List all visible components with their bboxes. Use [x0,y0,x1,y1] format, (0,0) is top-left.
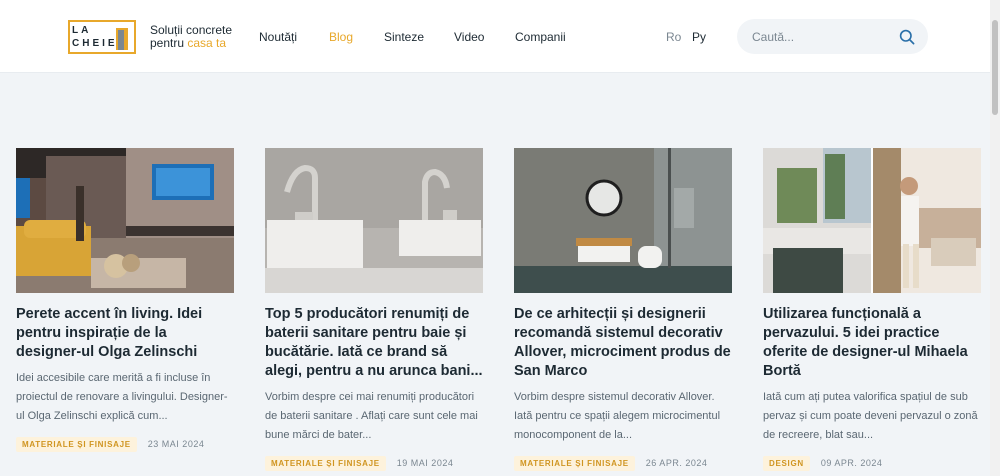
article-excerpt: Idei accesibile care merită a fi incluse… [16,372,228,422]
category-tag[interactable]: DESIGN [763,456,810,471]
article-card[interactable]: Utilizarea funcțională a pervazului. 5 i… [763,148,981,471]
article-title[interactable]: Top 5 producători renumiți de baterii sa… [265,305,483,381]
bathroom-image[interactable] [514,148,732,293]
tagline-prefix: pentru [150,36,188,50]
category-tag[interactable]: MATERIALE ȘI FINISAJE [16,437,137,452]
publish-date: 26 APR. 2024 [645,458,708,468]
site-header: LA CHEIE Soluții concrete pentru casa ta… [0,0,1000,73]
nav-link-sinteze[interactable]: Sinteze [384,30,424,44]
scrollbar-thumb[interactable] [992,20,998,115]
category-tag[interactable]: MATERIALE ȘI FINISAJE [514,456,635,471]
search-icon[interactable] [899,29,915,45]
article-meta: MATERIALE ȘI FINISAJE 23 MAI 2024 [16,434,204,452]
article-card[interactable]: Top 5 producători renumiți de baterii sa… [265,148,483,471]
nav-link-companii[interactable]: Companii [515,30,566,44]
article-card[interactable]: De ce arhitecții și designerii recomandă… [514,148,732,471]
search-input[interactable] [752,28,892,46]
article-meta: DESIGN 09 APR. 2024 [763,453,882,471]
site-logo[interactable]: LA CHEIE [68,20,136,54]
article-meta: MATERIALE ȘI FINISAJE 26 APR. 2024 [514,453,707,471]
language-ru[interactable]: Ру [692,30,706,44]
nav-link-video[interactable]: Video [454,30,484,44]
category-tag[interactable]: MATERIALE ȘI FINISAJE [265,456,386,471]
faucets-image[interactable] [265,148,483,293]
article-title[interactable]: Utilizarea funcțională a pervazului. 5 i… [763,305,981,381]
article-meta: MATERIALE ȘI FINISAJE 19 MAI 2024 [265,453,453,471]
logo-text-line2: CHEIE [72,38,118,49]
article-title[interactable]: Perete accent în living. Idei pentru ins… [16,305,234,362]
nav-link-noutati[interactable]: Noutăți [259,30,297,44]
living-room-image[interactable] [16,148,234,293]
windowsill-image[interactable] [763,148,981,293]
publish-date: 19 MAI 2024 [396,458,454,468]
publish-date: 09 APR. 2024 [820,458,883,468]
site-tagline: Soluții concrete pentru casa ta [150,24,232,50]
tagline-line2: pentru casa ta [150,37,232,50]
tagline-accent: casa ta [187,36,227,50]
article-excerpt: Vorbim despre sistemul decorativ Allover… [514,391,721,441]
door-icon [116,28,128,50]
publish-date: 23 MAI 2024 [147,439,205,449]
page-scrollbar[interactable] [990,0,1000,476]
article-card[interactable]: Perete accent în living. Idei pentru ins… [16,148,234,452]
article-excerpt: Iată cum ați putea valorifica spațiul de… [763,391,978,441]
nav-link-blog[interactable]: Blog [329,30,353,44]
article-excerpt: Vorbim despre cei mai renumiți producăto… [265,391,478,441]
language-ro[interactable]: Ro [666,30,681,44]
search-box [737,19,928,54]
article-title[interactable]: De ce arhitecții și designerii recomandă… [514,305,732,381]
logo-text-line1: LA [72,25,92,36]
